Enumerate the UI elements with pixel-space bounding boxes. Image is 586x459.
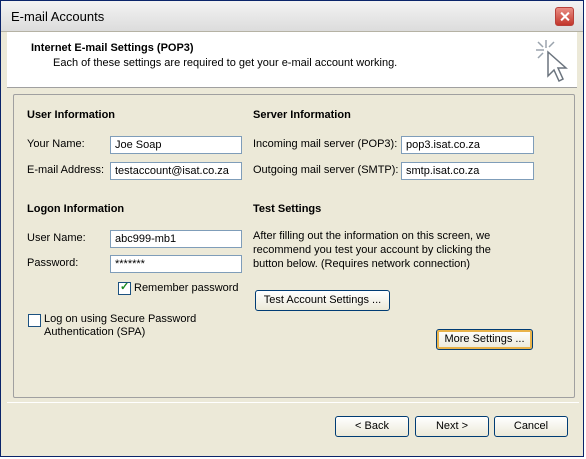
close-icon[interactable] (555, 7, 574, 26)
spa-checkbox[interactable] (28, 314, 41, 327)
logon-info-heading: Logon Information (27, 203, 125, 215)
spa-label-line1[interactable]: Log on using Secure Password (44, 313, 196, 325)
check-icon: ✓ (120, 281, 130, 293)
your-name-label: Your Name: (27, 138, 85, 150)
user-name-field[interactable]: abc999-mb1 (110, 230, 242, 248)
title-bar[interactable]: E-mail Accounts (1, 1, 583, 32)
wizard-header: Internet E-mail Settings (POP3) Each of … (7, 32, 577, 88)
next-button[interactable]: Next > (415, 416, 489, 437)
spa-label-line2[interactable]: Authentication (SPA) (44, 326, 145, 338)
header-title: Internet E-mail Settings (POP3) (31, 42, 194, 54)
user-info-heading: User Information (27, 109, 116, 121)
incoming-server-label: Incoming mail server (POP3): (253, 138, 398, 150)
user-name-label: User Name: (27, 232, 86, 244)
email-address-label: E-mail Address: (27, 164, 105, 176)
incoming-server-field[interactable]: pop3.isat.co.za (401, 136, 534, 154)
remember-password-checkbox[interactable]: ✓ (118, 281, 131, 295)
back-button[interactable]: < Back (335, 416, 409, 437)
cancel-button[interactable]: Cancel (494, 416, 568, 437)
remember-password-label[interactable]: Remember password (134, 282, 239, 294)
test-desc-line1: After filling out the information on thi… (253, 230, 491, 242)
outgoing-server-label: Outgoing mail server (SMTP): (253, 164, 399, 176)
test-settings-heading: Test Settings (253, 203, 322, 215)
more-settings-button[interactable]: More Settings ... (436, 329, 533, 350)
window-title: E-mail Accounts (11, 9, 105, 24)
test-desc-line3: button below. (Requires network connecti… (253, 258, 471, 270)
password-field[interactable]: ******* (110, 255, 242, 273)
email-accounts-window: E-mail Accounts Internet E-mail Settings… (0, 0, 584, 457)
test-account-settings-button[interactable]: Test Account Settings ... (255, 290, 390, 311)
settings-panel: User Information Your Name: Joe Soap E-m… (13, 94, 575, 398)
cursor-sparkle-icon (536, 40, 568, 83)
your-name-field[interactable]: Joe Soap (110, 136, 242, 154)
test-desc-line2: recommend you test your account by click… (253, 244, 491, 256)
outgoing-server-field[interactable]: smtp.isat.co.za (401, 162, 534, 180)
password-label: Password: (27, 257, 79, 269)
header-subtitle: Each of these settings are required to g… (53, 57, 398, 69)
footer-divider (7, 402, 579, 403)
server-info-heading: Server Information (253, 109, 351, 121)
email-address-field[interactable]: testaccount@isat.co.za (110, 162, 242, 180)
